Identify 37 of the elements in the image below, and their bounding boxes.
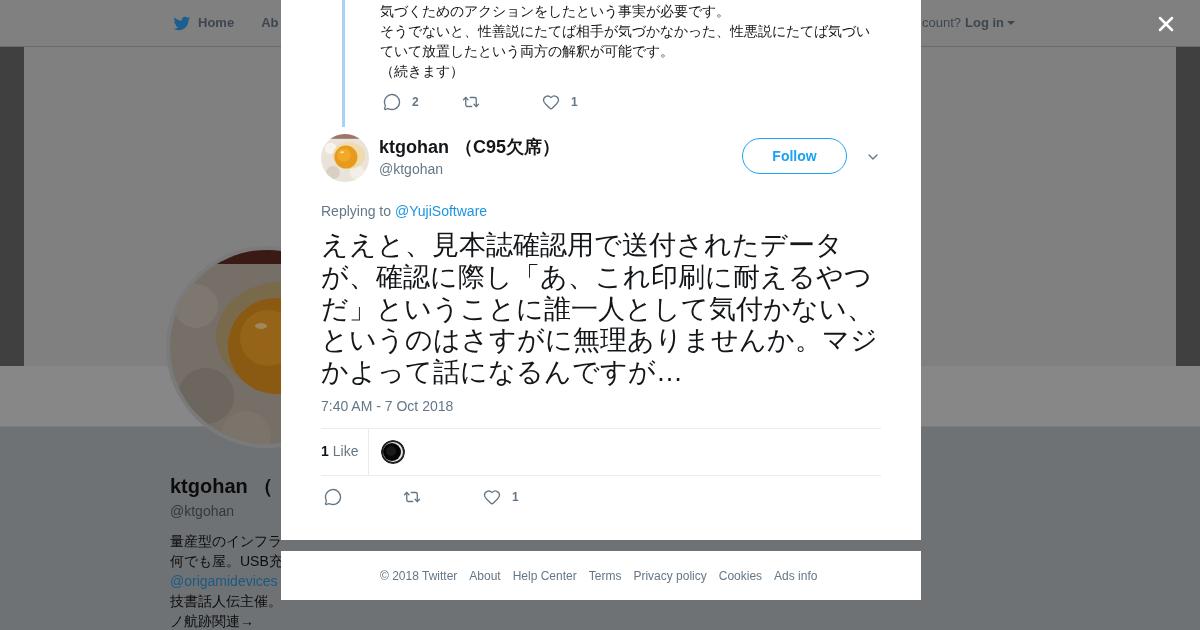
tweet-text: ええと、見本誌確認用で送付されたデータが、確認に際し「あ、これ印刷に耐えるやつだ」ということに誰一人として気付かない、というのはさすがに無理ありませんか。マジかよって話になるんですが… — [321, 230, 879, 389]
tweet-timestamp: 7:40 AM - 7 Oct 2018 — [321, 397, 455, 416]
author-name-suffix: （C95欠席） — [455, 136, 561, 159]
like-count: 1 — [321, 442, 329, 462]
action-count: 1 — [571, 94, 578, 111]
bio-line: ノ航跡関連→ — [170, 612, 254, 630]
profile-handle: @ktgohan — [170, 502, 235, 521]
action-count: 1 — [512, 489, 519, 506]
account-prompt: count? — [921, 14, 961, 33]
nav-link[interactable]: Home — [172, 13, 235, 33]
footer-link[interactable]: Help Center — [512, 566, 577, 585]
tweet-text-line: そうでないと、性善説にたてば相手が気づかなかった、性悪説にたてば気づいていて放置したという両方の解釈が可能です。 — [380, 22, 871, 61]
caret-icon — [1007, 21, 1015, 25]
footer-link[interactable]: Terms — [588, 566, 622, 585]
tweet-text-line: （続きます） — [380, 62, 465, 81]
reply-icon[interactable] — [324, 488, 342, 506]
bird-icon — [172, 14, 192, 32]
heart-icon[interactable] — [483, 488, 501, 506]
reply-icon[interactable] — [383, 93, 401, 111]
copyright-text: © 2018 Twitter — [380, 567, 458, 585]
footer-link[interactable]: Cookies — [718, 566, 763, 585]
tweet-text-line: 気づくためのアクションをしたという事実が必要です。 — [380, 2, 731, 21]
nav-link[interactable]: Ab — [261, 13, 279, 33]
heart-icon[interactable] — [542, 93, 560, 111]
bio-line: 技書話人伝主催。 — [170, 592, 282, 611]
action-count: 2 — [412, 94, 419, 111]
login-button[interactable]: Log in — [965, 13, 1015, 33]
footer-link[interactable]: Ads info — [774, 566, 818, 585]
footer-link[interactable]: Privacy policy — [633, 566, 707, 585]
mention-link[interactable]: @YujiSoftware — [395, 201, 488, 221]
replying-label: Replying to — [321, 202, 392, 221]
author-name[interactable]: ktgohan — [379, 135, 449, 159]
like-label: Like — [332, 442, 359, 462]
footer-link[interactable]: About — [469, 566, 501, 585]
profile-name: ktgohan （ — [170, 474, 274, 499]
bio-line: 量産型のインフラ — [170, 532, 282, 551]
author-handle: @ktgohan — [379, 160, 444, 179]
